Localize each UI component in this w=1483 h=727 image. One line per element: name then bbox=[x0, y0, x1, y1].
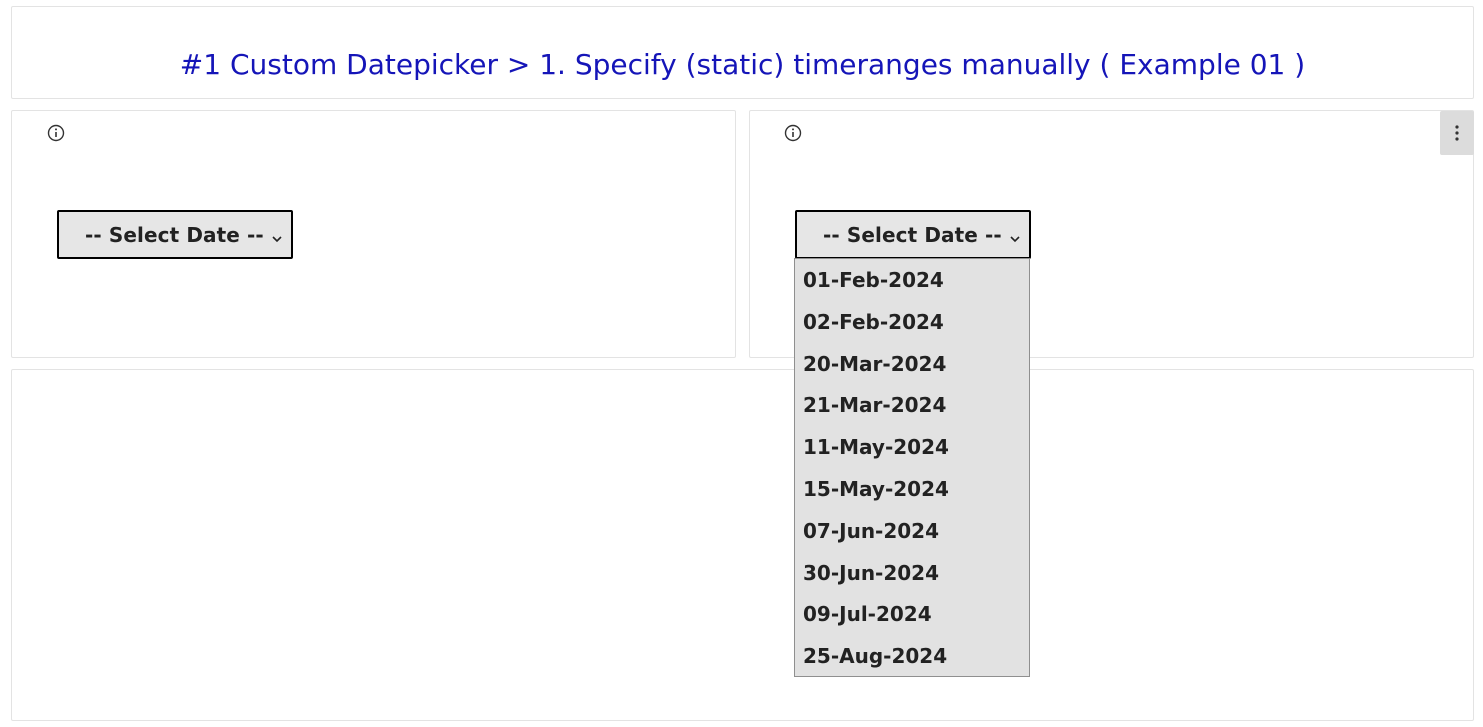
dropdown-option[interactable]: 02-Feb-2024 bbox=[795, 301, 1029, 343]
dropdown-option[interactable]: 07-Jun-2024 bbox=[795, 510, 1029, 552]
content-panel bbox=[11, 369, 1474, 721]
select-label: -- Select Date -- bbox=[823, 223, 1002, 247]
date-dropdown-list: 01-Feb-2024 02-Feb-2024 20-Mar-2024 21-M… bbox=[794, 258, 1030, 677]
info-icon[interactable] bbox=[47, 124, 65, 142]
date-select-left[interactable]: -- Select Date -- bbox=[57, 210, 293, 259]
date-select-right[interactable]: -- Select Date -- bbox=[795, 210, 1031, 259]
dropdown-option[interactable]: 21-Mar-2024 bbox=[795, 384, 1029, 426]
select-label: -- Select Date -- bbox=[85, 223, 264, 247]
title-panel: #1 Custom Datepicker > 1. Specify (stati… bbox=[11, 6, 1474, 99]
info-icon[interactable] bbox=[784, 124, 802, 142]
chevron-down-icon bbox=[1009, 229, 1021, 243]
dropdown-option[interactable]: 01-Feb-2024 bbox=[795, 259, 1029, 301]
panel-menu-button[interactable] bbox=[1440, 111, 1474, 155]
dropdown-option[interactable]: 30-Jun-2024 bbox=[795, 552, 1029, 594]
dropdown-option[interactable]: 15-May-2024 bbox=[795, 468, 1029, 510]
dropdown-option[interactable]: 11-May-2024 bbox=[795, 426, 1029, 468]
dropdown-option[interactable]: 09-Jul-2024 bbox=[795, 593, 1029, 635]
dropdown-option[interactable]: 25-Aug-2024 bbox=[795, 635, 1029, 677]
dropdown-option[interactable]: 20-Mar-2024 bbox=[795, 343, 1029, 385]
chevron-down-icon bbox=[271, 229, 283, 243]
left-datepicker-panel: -- Select Date -- bbox=[11, 110, 736, 358]
page-title: #1 Custom Datepicker > 1. Specify (stati… bbox=[179, 48, 1306, 81]
